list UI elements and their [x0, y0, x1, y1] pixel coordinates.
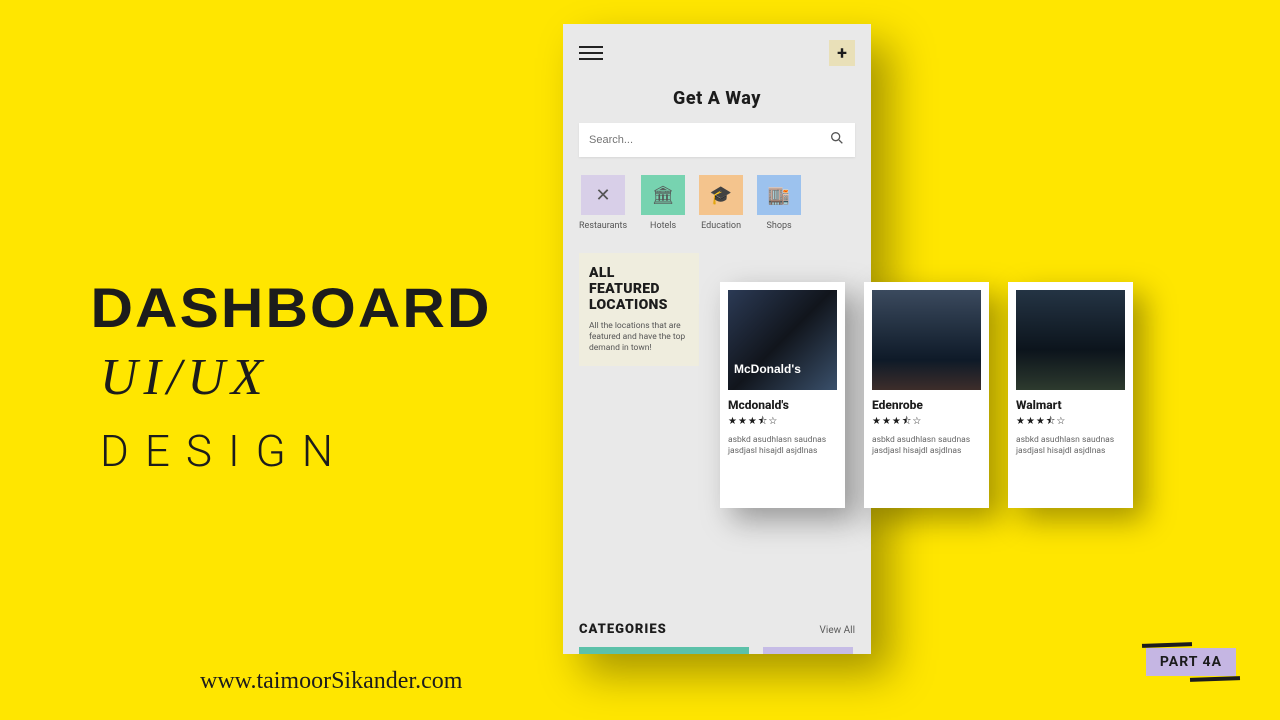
view-all-link[interactable]: View All	[820, 625, 855, 636]
restaurants-icon[interactable]: ✕	[581, 175, 625, 215]
location-image	[1016, 290, 1125, 390]
shops-icon[interactable]: 🏬	[757, 175, 801, 215]
location-image	[728, 290, 837, 390]
location-name: Walmart	[1016, 398, 1125, 412]
quick-categories: ✕ Restaurants 🏛 Hotels 🎓 Education 🏬 Sho…	[579, 175, 855, 231]
location-desc: asbkd asudhlasn saudnas jasdjasl hisajdl…	[872, 435, 981, 456]
categories-heading: CATEGORIES	[579, 622, 667, 637]
location-card-mcdonalds[interactable]: Mcdonald's ★★★⯪☆ asbkd asudhlasn saudnas…	[720, 282, 845, 508]
location-card-edenrobe[interactable]: Edenrobe ★★★⯪☆ asbkd asudhlasn saudnas j…	[864, 282, 989, 508]
location-image	[872, 290, 981, 390]
search-input[interactable]	[589, 134, 829, 146]
featured-heading: ALL FEATURED LOCATIONS	[589, 265, 689, 313]
location-desc: asbkd asudhlasn saudnas jasdjasl hisajdl…	[728, 435, 837, 456]
category-shops[interactable]: 🏬 Shops	[757, 175, 801, 231]
category-hotels[interactable]: 🏛 Hotels	[641, 175, 685, 231]
hotels-icon[interactable]: 🏛	[641, 175, 685, 215]
education-icon[interactable]: 🎓	[699, 175, 743, 215]
featured-intro-card: ALL FEATURED LOCATIONS All the locations…	[579, 253, 699, 366]
location-name: Edenrobe	[872, 398, 981, 412]
promo-line-1: DASHBOARD	[90, 275, 491, 340]
category-label: Restaurants	[579, 221, 627, 231]
category-card-education[interactable]: EDUCATION	[579, 647, 749, 654]
rating-stars: ★★★⯪☆	[872, 414, 981, 431]
promo-line-3: DESIGN	[100, 425, 482, 477]
category-label: Shops	[757, 221, 801, 231]
add-button[interactable]: +	[829, 40, 855, 66]
app-title: Get A Way	[579, 88, 855, 109]
categories-section: CATEGORIES View All EDUCATION HOSPITAL	[579, 622, 855, 654]
category-label: Education	[699, 221, 743, 231]
promo-line-2: UI/UX	[100, 348, 482, 407]
location-desc: asbkd asudhlasn saudnas jasdjasl hisajdl…	[1016, 435, 1125, 456]
category-education[interactable]: 🎓 Education	[699, 175, 743, 231]
rating-stars: ★★★⯪☆	[1016, 414, 1125, 431]
rating-stars: ★★★⯪☆	[728, 414, 837, 431]
category-label: Hotels	[641, 221, 685, 231]
menu-icon[interactable]	[579, 42, 603, 64]
search-icon[interactable]	[829, 130, 845, 150]
category-restaurants[interactable]: ✕ Restaurants	[579, 175, 627, 231]
featured-body: All the locations that are featured and …	[589, 321, 689, 354]
search-bar[interactable]	[579, 123, 855, 157]
location-name: Mcdonald's	[728, 398, 837, 412]
promo-text-block: DASHBOARD UI/UX DESIGN	[100, 275, 482, 477]
category-card-hospital[interactable]: HOSPITAL	[763, 647, 853, 654]
app-bar: +	[579, 40, 855, 66]
author-url: www.taimoorSikander.com	[200, 668, 462, 695]
location-card-walmart[interactable]: Walmart ★★★⯪☆ asbkd asudhlasn saudnas ja…	[1008, 282, 1133, 508]
part-badge: PART 4A	[1146, 648, 1236, 676]
